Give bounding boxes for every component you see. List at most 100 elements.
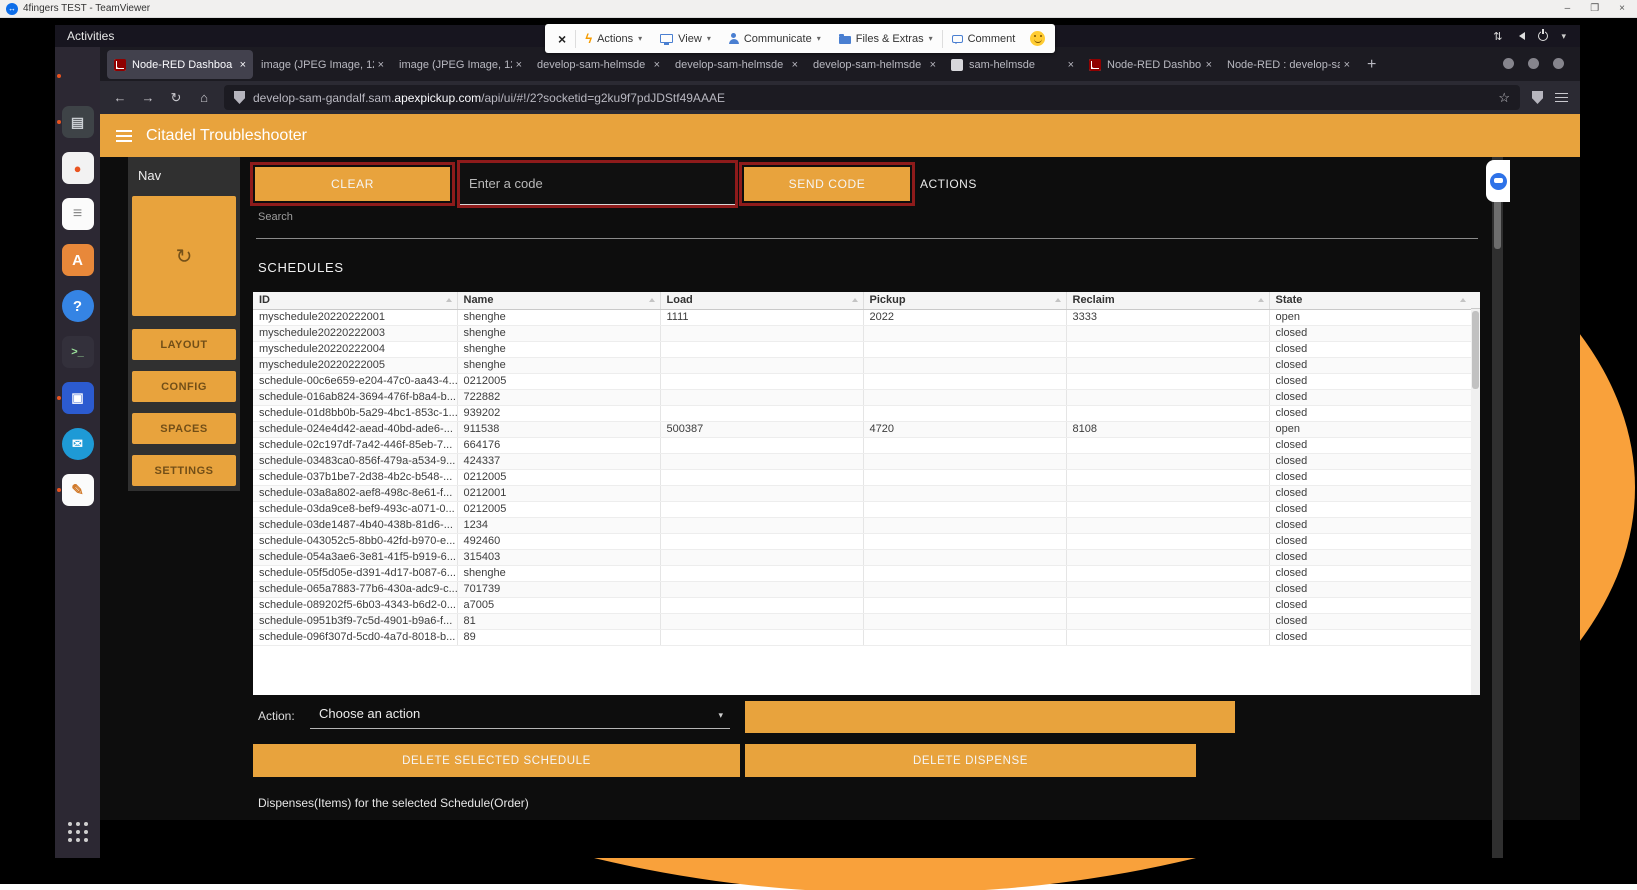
browser-tab[interactable]: develop-sam-helmsde× xyxy=(668,50,805,79)
notes-icon[interactable]: ✎ xyxy=(55,467,100,513)
column-header-id[interactable]: ID xyxy=(253,292,457,309)
extension-shield-icon[interactable] xyxy=(1532,91,1543,104)
terminal-icon[interactable]: >_ xyxy=(55,329,100,375)
send-code-button[interactable]: SEND CODE xyxy=(744,167,910,201)
table-row[interactable]: myschedule20220222005shenghe closed xyxy=(253,357,1471,373)
refresh-button[interactable]: ↻ xyxy=(132,196,236,316)
table-row[interactable]: schedule-037b1be7-2d38-4b2c-b548-...0212… xyxy=(253,469,1471,485)
forward-icon[interactable]: → xyxy=(140,90,156,105)
url-input[interactable]: develop-sam-gandalf.sam.apexpickup.com/a… xyxy=(224,85,1520,110)
tab-close-icon[interactable]: × xyxy=(240,59,246,71)
column-header-state[interactable]: State xyxy=(1269,292,1471,309)
nav-item-spaces[interactable]: SPACES xyxy=(132,413,236,444)
tab-close-icon[interactable]: × xyxy=(654,59,660,71)
maximize-button[interactable]: ❐ xyxy=(1590,3,1599,14)
mail-icon[interactable]: ✉ xyxy=(55,421,100,467)
tab-close-icon[interactable]: × xyxy=(1344,59,1350,71)
teamviewer-chat-widget[interactable] xyxy=(1486,160,1510,202)
browser-tab[interactable]: image (JPEG Image, 12× xyxy=(254,50,391,79)
menu-icon[interactable] xyxy=(1555,93,1568,103)
tab-close-icon[interactable]: × xyxy=(378,59,384,71)
table-row[interactable]: schedule-024e4d42-aead-40bd-ade6-...9115… xyxy=(253,421,1471,437)
search-input[interactable] xyxy=(256,238,1478,239)
table-row[interactable]: schedule-03da9ce8-bef9-493c-a071-0...021… xyxy=(253,501,1471,517)
close-button[interactable]: × xyxy=(1619,3,1625,14)
hamburger-menu-icon[interactable] xyxy=(116,130,132,142)
table-row[interactable]: schedule-096f307d-5cd0-4a7d-8018-b...89 … xyxy=(253,629,1471,645)
browser-tab[interactable]: Node-RED : develop-sa× xyxy=(1220,50,1357,79)
table-row[interactable]: myschedule20220222004shenghe closed xyxy=(253,341,1471,357)
activities-button[interactable]: Activities xyxy=(67,29,114,43)
show-applications-icon[interactable] xyxy=(68,822,88,842)
table-row[interactable]: myschedule20220222001shenghe111120223333… xyxy=(253,309,1471,325)
fonts-app-icon[interactable]: A xyxy=(55,237,100,283)
table-row[interactable]: schedule-02c197df-7a42-446f-85eb-7...664… xyxy=(253,437,1471,453)
reload-icon[interactable]: ↻ xyxy=(168,90,184,106)
screenshot-tool-icon[interactable]: ▣ xyxy=(55,375,100,421)
table-row[interactable]: schedule-089202f5-6b03-4343-b6d2-0...a70… xyxy=(253,597,1471,613)
tab-close-icon[interactable]: × xyxy=(792,59,798,71)
table-row[interactable]: schedule-03a8a802-aef8-498c-8e61-f...021… xyxy=(253,485,1471,501)
action-secondary-button[interactable] xyxy=(745,701,1235,733)
table-row[interactable]: schedule-043052c5-8bb0-42fd-b970-e...492… xyxy=(253,533,1471,549)
firefox-icon[interactable] xyxy=(55,53,100,99)
files-icon[interactable]: ▤ xyxy=(55,99,100,145)
table-row[interactable]: schedule-016ab824-3694-476f-b8a4-b...722… xyxy=(253,389,1471,405)
notes-icon: ✎ xyxy=(62,474,94,506)
table-row[interactable]: schedule-01d8bb0b-5a29-4bc1-853c-1...939… xyxy=(253,405,1471,421)
system-status-area[interactable]: ⇅ ▾ xyxy=(1493,30,1566,43)
tab-close-icon[interactable]: × xyxy=(1206,59,1212,71)
table-row[interactable]: schedule-00c6e659-e204-47c0-aa43-4...021… xyxy=(253,373,1471,389)
tab-close-icon[interactable]: × xyxy=(516,59,522,71)
nav-item-config[interactable]: CONFIG xyxy=(132,371,236,402)
table-row[interactable]: schedule-03de1487-4b40-438b-81d6-...1234… xyxy=(253,517,1471,533)
view-menu[interactable]: View ▾ xyxy=(651,24,720,53)
text-editor-icon[interactable]: ≡ xyxy=(55,191,100,237)
communicate-menu[interactable]: Communicate ▾ xyxy=(720,24,830,53)
home-icon[interactable]: ⌂ xyxy=(196,90,212,105)
table-row[interactable]: schedule-05f5d05e-d391-4d17-b087-6...she… xyxy=(253,565,1471,581)
smiley-icon[interactable] xyxy=(1030,31,1045,46)
clear-button[interactable]: CLEAR xyxy=(255,167,450,201)
column-header-name[interactable]: Name xyxy=(457,292,660,309)
browser-tab[interactable]: develop-sam-helmsde× xyxy=(806,50,943,79)
tab-close-icon[interactable]: × xyxy=(930,59,936,71)
table-row[interactable]: schedule-054a3ae6-3e81-41f5-b919-6...315… xyxy=(253,549,1471,565)
minimize-button[interactable]: – xyxy=(1565,3,1571,14)
browser-tab[interactable]: Node-RED Dashbo× xyxy=(1082,50,1219,79)
nav-item-layout[interactable]: LAYOUT xyxy=(132,329,236,360)
software-icon[interactable]: ● xyxy=(55,145,100,191)
session-close-button[interactable]: × xyxy=(549,24,575,53)
column-header-pickup[interactable]: Pickup xyxy=(863,292,1066,309)
action-dropdown[interactable]: Choose an action ▾ xyxy=(310,699,730,729)
table-row[interactable]: schedule-03483ca0-856f-479a-a534-9...424… xyxy=(253,453,1471,469)
files-extras-menu[interactable]: Files & Extras ▾ xyxy=(830,24,942,53)
delete-dispense-button[interactable]: DELETE DISPENSE xyxy=(745,744,1196,777)
table-row[interactable]: myschedule20220222003shenghe closed xyxy=(253,325,1471,341)
firefox-close-button[interactable] xyxy=(1553,58,1564,69)
browser-tab[interactable]: develop-sam-helmsde× xyxy=(530,50,667,79)
browser-tab[interactable]: sam-helmsde× xyxy=(944,50,1081,79)
delete-selected-schedule-button[interactable]: DELETE SELECTED SCHEDULE xyxy=(253,744,740,777)
firefox-maximize-button[interactable] xyxy=(1528,58,1539,69)
help-icon[interactable]: ? xyxy=(55,283,100,329)
back-icon[interactable]: ← xyxy=(112,90,128,105)
page-scrollbar[interactable] xyxy=(1492,157,1503,858)
comment-button[interactable]: Comment xyxy=(943,24,1025,53)
actions-menu[interactable]: ϟ Actions ▾ xyxy=(576,24,651,53)
column-header-load[interactable]: Load xyxy=(660,292,863,309)
table-scrollbar[interactable] xyxy=(1471,309,1480,695)
firefox-minimize-button[interactable] xyxy=(1503,58,1514,69)
table-row[interactable]: schedule-065a7883-77b6-430a-adc9-c...701… xyxy=(253,581,1471,597)
browser-tab[interactable]: image (JPEG Image, 12× xyxy=(392,50,529,79)
table-row[interactable]: schedule-0951b3f9-7c5d-4901-b9a6-f...81 … xyxy=(253,613,1471,629)
browser-tab[interactable]: Node-RED Dashboa× xyxy=(107,50,253,79)
code-input[interactable] xyxy=(460,163,735,205)
nav-item-settings[interactable]: SETTINGS xyxy=(132,455,236,486)
table-scroll-thumb[interactable] xyxy=(1472,311,1479,389)
column-header-reclaim[interactable]: Reclaim xyxy=(1066,292,1269,309)
shield-icon[interactable] xyxy=(234,91,245,104)
new-tab-button[interactable]: + xyxy=(1367,56,1376,74)
tab-close-icon[interactable]: × xyxy=(1068,59,1074,71)
bookmark-star-icon[interactable]: ☆ xyxy=(1498,90,1510,106)
